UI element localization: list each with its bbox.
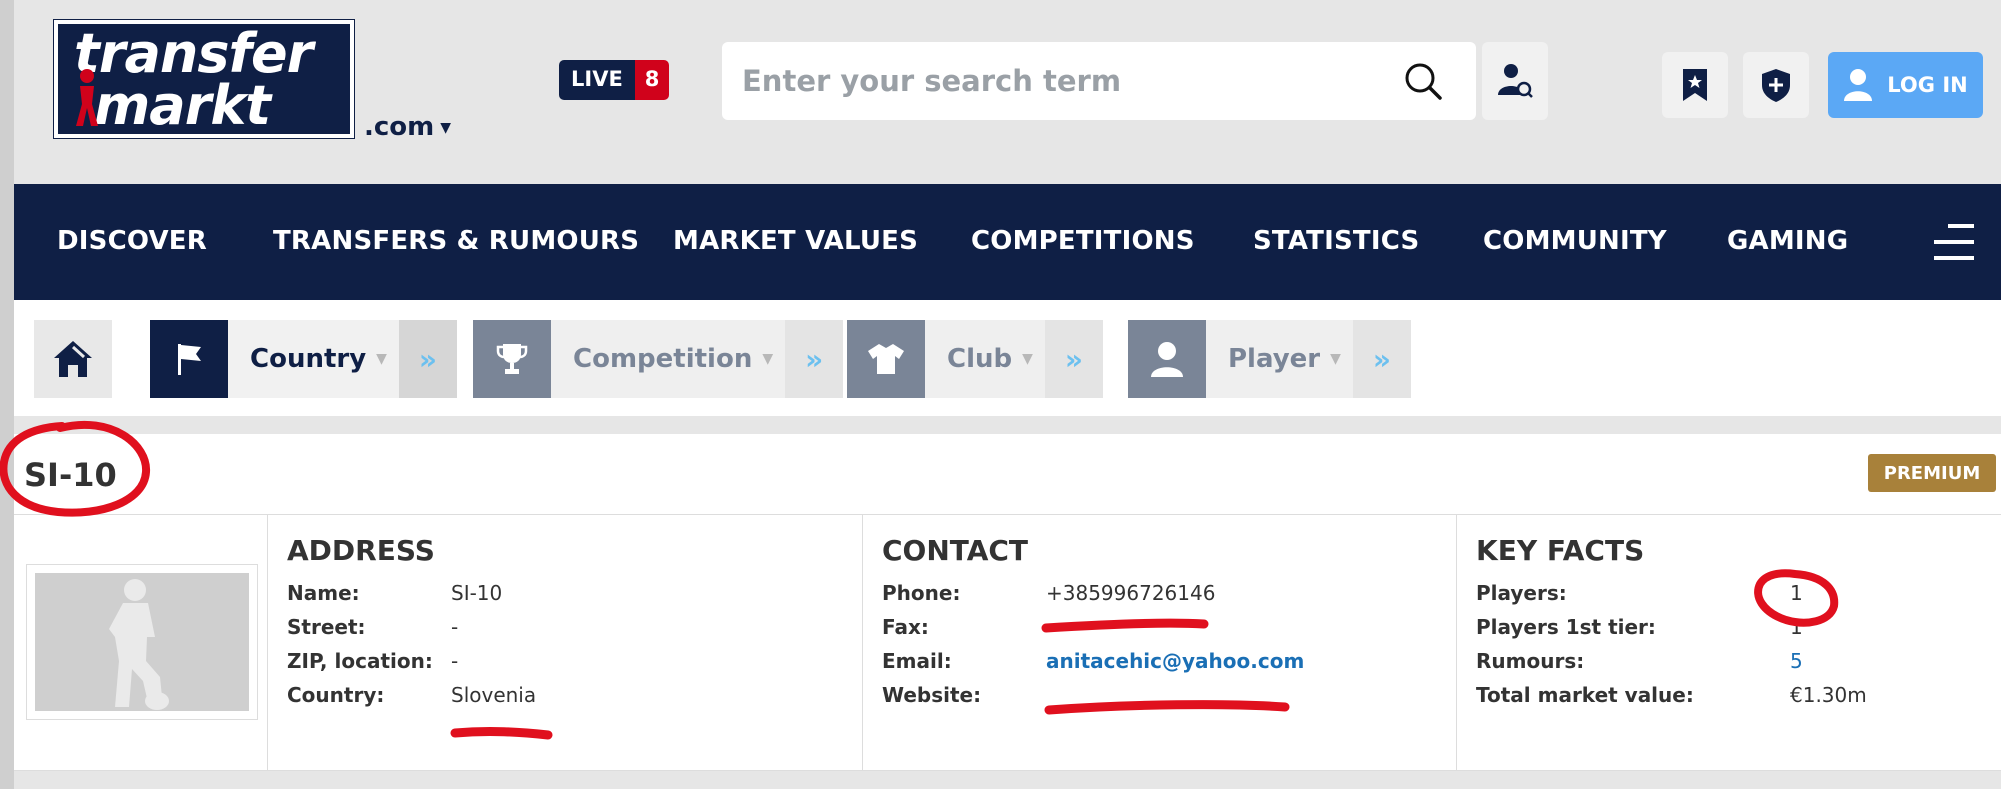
nav-item-transfers[interactable]: TRANSFERS & RUMOURS — [273, 226, 639, 256]
menu-hamburger-icon[interactable] — [1934, 224, 1974, 260]
trophy-icon — [473, 320, 551, 398]
breadcrumb-next-icon[interactable]: » — [1044, 320, 1103, 398]
contact-row-phone: Phone: +385996726146 — [882, 581, 1216, 605]
user-icon — [1844, 69, 1873, 101]
breadcrumb-country-label: Country ▼ — [228, 320, 399, 398]
premium-badge[interactable]: PREMIUM — [1868, 454, 1996, 492]
divider — [267, 515, 268, 771]
nav-item-gaming[interactable]: GAMING — [1727, 226, 1848, 256]
breadcrumb-next-icon[interactable]: » — [1352, 320, 1411, 398]
live-button[interactable]: LIVE 8 — [559, 60, 670, 100]
address-row-country: Country: Slovenia — [287, 683, 537, 707]
key-facts-row-players: Players: 1 — [1476, 581, 1803, 605]
key-facts-section: KEY FACTS Players: 1 Players 1st tier: 1… — [1476, 534, 1986, 717]
breadcrumb-country[interactable]: Country ▼ » — [150, 320, 457, 398]
nav-item-competitions[interactable]: COMPETITIONS — [971, 226, 1195, 256]
live-count-badge: 8 — [634, 60, 670, 100]
contact-row-website: Website: — [882, 683, 982, 707]
email-link[interactable]: anitacehic@yahoo.com — [1046, 649, 1304, 673]
add-club-button[interactable] — [1743, 52, 1809, 118]
dropdown-triangle-icon: ▼ — [1022, 351, 1033, 367]
live-label: LIVE — [559, 60, 635, 100]
nav-item-community[interactable]: COMMUNITY — [1483, 226, 1667, 256]
section-gap — [14, 416, 2001, 434]
breadcrumb: Country ▼ » Competition ▼ » Club ▼ » Pla… — [14, 300, 2001, 416]
nav-item-market-values[interactable]: MARKET VALUES — [673, 226, 918, 256]
address-section: ADDRESS Name: SI-10 Street: - ZIP, locat… — [287, 534, 847, 717]
address-row-name: Name: SI-10 — [287, 581, 503, 605]
breadcrumb-next-icon[interactable]: » — [785, 320, 844, 398]
search-input[interactable] — [742, 60, 1382, 102]
key-facts-row-players-1st-tier: Players 1st tier: 1 — [1476, 615, 1803, 639]
contact-row-fax: Fax: - — [882, 615, 1054, 639]
site-header: transfer markt .com ▼ LIVE 8 Enter your … — [14, 0, 2001, 184]
breadcrumb-next-icon[interactable]: » — [398, 320, 457, 398]
contact-section: CONTACT Phone: +385996726146 Fax: - Emai… — [882, 534, 1442, 717]
address-heading: ADDRESS — [287, 534, 435, 567]
profile-image — [26, 564, 258, 720]
breadcrumb-player-label: Player ▼ — [1206, 320, 1353, 398]
breadcrumb-competition-label: Competition ▼ — [551, 320, 786, 398]
shirt-icon — [847, 320, 925, 398]
breadcrumb-club[interactable]: Club ▼ » — [847, 320, 1103, 398]
flag-icon — [150, 320, 228, 398]
login-label: LOG IN — [1887, 73, 1968, 97]
nav-item-discover[interactable]: DISCOVER — [57, 226, 207, 256]
user-search-icon — [1498, 64, 1533, 98]
login-button[interactable]: LOG IN — [1828, 52, 1983, 118]
home-button[interactable] — [34, 320, 112, 398]
divider — [1456, 515, 1457, 771]
domain-label: .com — [364, 112, 435, 142]
breadcrumb-club-label: Club ▼ — [925, 320, 1045, 398]
domain-selector[interactable]: .com ▼ — [364, 112, 451, 142]
agency-profile-card: SI-10 PREMIUM ADDRESS Name: SI-10 Street… — [14, 434, 2001, 789]
page-title: SI-10 — [24, 456, 117, 494]
logo-player-icon — [76, 69, 98, 126]
main-navigation: DISCOVER TRANSFERS & RUMOURS MARKET VALU… — [14, 184, 2001, 300]
card-bottom-edge — [14, 770, 2001, 789]
window-edge — [0, 0, 14, 789]
player-silhouette-icon — [109, 579, 169, 710]
dropdown-triangle-icon: ▼ — [1330, 351, 1341, 367]
address-row-street: Street: - — [287, 615, 459, 639]
divider — [14, 514, 2001, 515]
chevron-down-icon: ▼ — [440, 119, 452, 136]
home-icon — [54, 341, 92, 377]
shield-plus-icon — [1762, 69, 1790, 102]
key-facts-heading: KEY FACTS — [1476, 534, 1645, 567]
dropdown-triangle-icon: ▼ — [762, 351, 774, 367]
transfermarkt-logo[interactable]: transfer markt — [53, 19, 355, 139]
contact-row-email: Email: anitacehic@yahoo.com — [882, 649, 1305, 673]
key-facts-row-rumours: Rumours: 5 — [1476, 649, 1803, 673]
breadcrumb-competition[interactable]: Competition ▼ » — [473, 320, 844, 398]
bookmark-star-icon — [1683, 69, 1707, 101]
dropdown-triangle-icon: ▼ — [376, 351, 387, 367]
search-icon[interactable] — [1402, 60, 1444, 102]
search-box — [722, 42, 1476, 120]
breadcrumb-player[interactable]: Player ▼ » — [1128, 320, 1411, 398]
divider — [862, 515, 863, 771]
person-icon — [1128, 320, 1206, 398]
rumours-link[interactable]: 5 — [1790, 649, 1803, 673]
address-row-zip: ZIP, location: - — [287, 649, 459, 673]
nav-item-statistics[interactable]: STATISTICS — [1253, 226, 1419, 256]
contact-heading: CONTACT — [882, 534, 1029, 567]
key-facts-row-market-value: Total market value: €1.30m — [1476, 683, 1867, 707]
bookmark-button[interactable] — [1662, 52, 1728, 118]
player-search-button[interactable] — [1482, 42, 1548, 120]
logo-text-line2: markt — [94, 74, 271, 137]
